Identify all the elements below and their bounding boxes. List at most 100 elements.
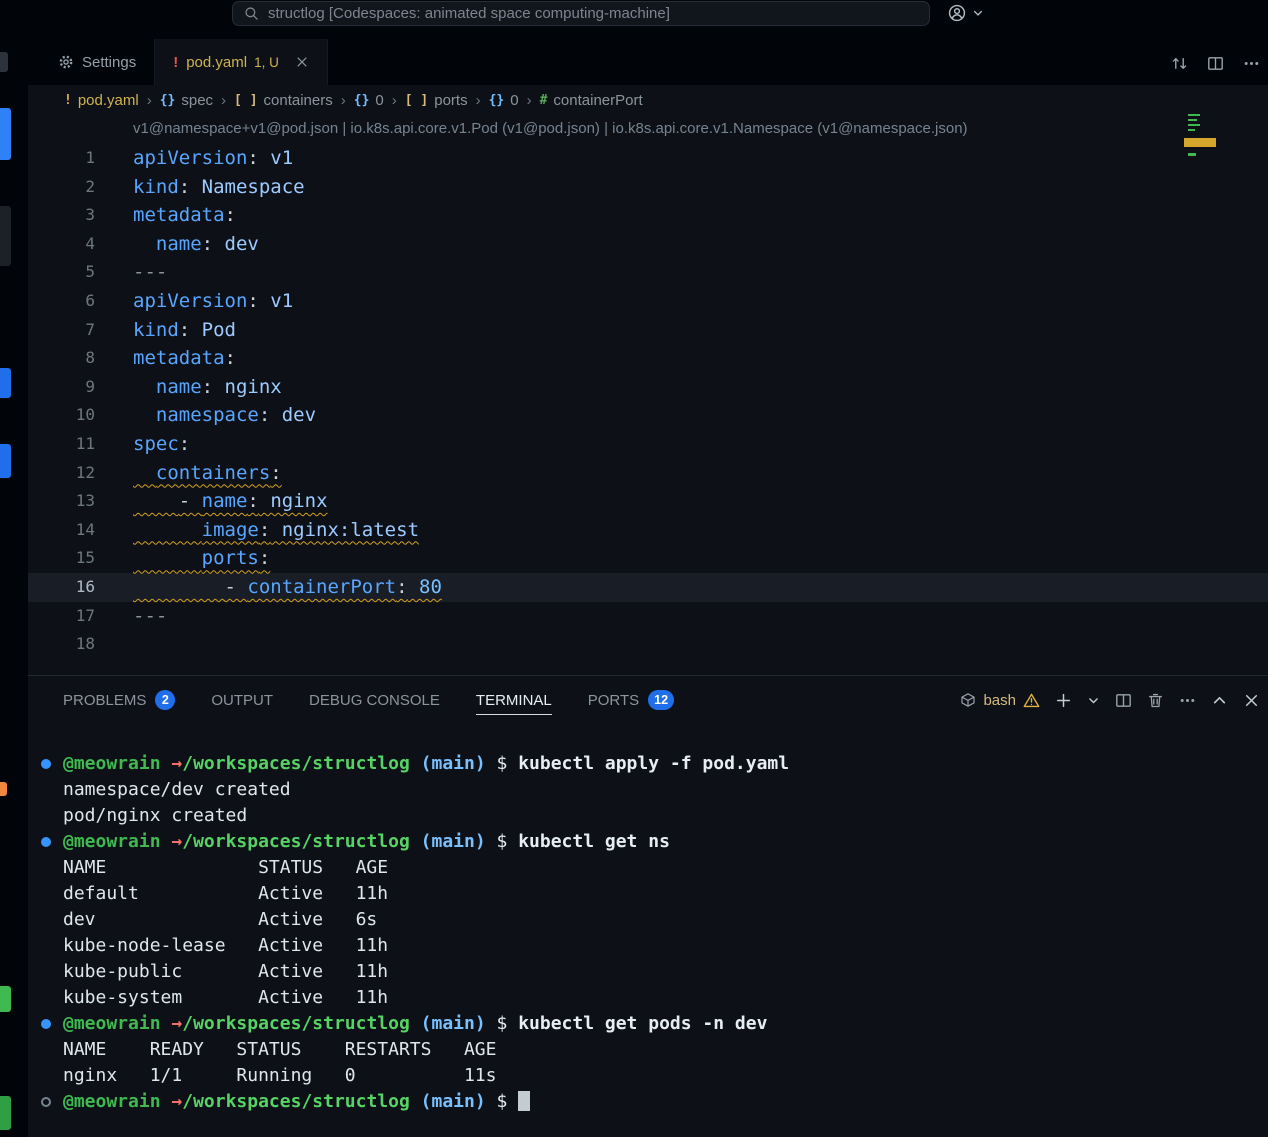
tab-decoration: 1, U — [254, 55, 279, 70]
breadcrumb-item-pod.yaml[interactable]: !pod.yaml — [64, 92, 139, 109]
code-line-10[interactable]: 10 namespace: dev — [28, 401, 1268, 430]
maximize-panel-chevron-up-icon[interactable] — [1211, 692, 1228, 709]
code-line-2[interactable]: 2kind: Namespace — [28, 173, 1268, 202]
editor[interactable]: !pod.yaml›{}spec›[ ]containers›{}0›[ ]po… — [28, 85, 1268, 675]
code-text: containers: — [95, 459, 282, 488]
code-token: : — [247, 490, 258, 512]
terminal-line: kube-public Active 11h — [63, 959, 1268, 985]
tab-settings[interactable]: Settings — [40, 39, 155, 85]
account-chevron-down-icon[interactable] — [972, 7, 984, 19]
close-panel-icon[interactable] — [1243, 692, 1260, 709]
code-lines[interactable]: 1apiVersion: v12kind: Namespace3metadata… — [28, 144, 1268, 659]
tab-label: Settings — [82, 54, 136, 71]
command-pending-dot — [41, 1097, 51, 1107]
code-line-4[interactable]: 4 name: dev — [28, 230, 1268, 259]
minimap[interactable] — [1184, 112, 1218, 166]
code-token: kind — [133, 319, 179, 341]
code-text: name: dev — [95, 230, 259, 259]
activity-bar-strip[interactable] — [0, 0, 28, 1137]
breadcrumb-item-ports[interactable]: [ ]ports — [405, 92, 468, 109]
code-line-14[interactable]: 14 image: nginx:latest — [28, 516, 1268, 545]
code-token: apiVersion — [133, 147, 247, 169]
code-line-5[interactable]: 5--- — [28, 258, 1268, 287]
code-token: : — [247, 147, 258, 169]
launch-profile-chevron-down-icon[interactable] — [1087, 694, 1100, 707]
terminal-line: NAME STATUS AGE — [63, 855, 1268, 881]
code-token: Namespace — [190, 176, 304, 198]
code-line-9[interactable]: 9 name: nginx — [28, 373, 1268, 402]
code-token: --- — [133, 261, 167, 283]
terminal-output: namespace/dev created — [63, 779, 291, 800]
more-actions-icon[interactable] — [1243, 55, 1260, 72]
new-terminal-icon[interactable] — [1055, 692, 1072, 709]
code-text: name: nginx — [95, 373, 282, 402]
panel-tab-debug-console[interactable]: DEBUG CONSOLE — [309, 676, 440, 724]
line-number: 11 — [28, 430, 95, 459]
panel-tab-ports[interactable]: PORTS12 — [588, 676, 674, 724]
breadcrumb-item-0[interactable]: {}0 — [354, 92, 384, 109]
panel-tab-label: DEBUG CONSOLE — [309, 692, 440, 709]
terminal-line: kube-system Active 11h — [63, 985, 1268, 1011]
code-token: 80 — [408, 576, 442, 598]
line-number: 12 — [28, 459, 95, 488]
terminal[interactable]: @meowrain →/workspaces/structlog (main) … — [28, 724, 1268, 1115]
close-icon[interactable] — [295, 55, 309, 69]
breadcrumb-item-containerPort[interactable]: #containerPort — [540, 92, 643, 109]
panel-more-actions-icon[interactable] — [1179, 692, 1196, 709]
breadcrumb: !pod.yaml›{}spec›[ ]containers›{}0›[ ]po… — [28, 85, 1268, 115]
code-token — [133, 376, 156, 398]
terminal-line: pod/nginx created — [63, 803, 1268, 829]
code-line-18[interactable]: 18 — [28, 630, 1268, 659]
code-text — [95, 630, 133, 659]
prompt-path: /workspaces/structlog — [182, 831, 410, 852]
prompt-dollar: $ — [486, 1013, 519, 1034]
code-line-3[interactable]: 3metadata: — [28, 201, 1268, 230]
code-text: - name: nginx — [95, 487, 328, 516]
code-line-8[interactable]: 8metadata: — [28, 344, 1268, 373]
code-token — [133, 576, 225, 598]
code-token: : — [270, 462, 281, 484]
panel-tab-label: TERMINAL — [476, 692, 552, 709]
breadcrumb-item-spec[interactable]: {}spec — [160, 92, 213, 109]
prompt-dollar: $ — [486, 831, 519, 852]
code-line-16[interactable]: 16 - containerPort: 80 — [28, 573, 1268, 602]
account-icon[interactable] — [948, 4, 966, 22]
breadcrumb-separator: › — [527, 92, 532, 109]
hash-icon: # — [540, 93, 548, 108]
code-line-13[interactable]: 13 - name: nginx — [28, 487, 1268, 516]
warning-icon — [1023, 692, 1040, 709]
code-line-7[interactable]: 7kind: Pod — [28, 316, 1268, 345]
code-token: : — [225, 204, 236, 226]
panel-tab-problems[interactable]: PROBLEMS2 — [63, 676, 175, 724]
terminal-profile[interactable]: bash — [960, 692, 1040, 709]
split-editor-icon[interactable] — [1207, 55, 1224, 72]
code-text: metadata: — [95, 201, 236, 230]
panel-tab-output[interactable]: OUTPUT — [211, 676, 273, 724]
code-line-15[interactable]: 15 ports: — [28, 544, 1268, 573]
code-line-6[interactable]: 6apiVersion: v1 — [28, 287, 1268, 316]
code-line-11[interactable]: 11spec: — [28, 430, 1268, 459]
command-center-search[interactable]: structlog [Codespaces: animated space co… — [232, 1, 930, 26]
code-line-17[interactable]: 17--- — [28, 602, 1268, 631]
line-number: 13 — [28, 487, 95, 516]
prompt-user: @meowrain — [63, 753, 161, 774]
object-braces-icon: {} — [354, 93, 370, 108]
breadcrumb-item-containers[interactable]: [ ]containers — [234, 92, 333, 109]
code-line-1[interactable]: 1apiVersion: v1 — [28, 144, 1268, 173]
code-line-12[interactable]: 12 containers: — [28, 459, 1268, 488]
split-terminal-icon[interactable] — [1115, 692, 1132, 709]
line-number: 7 — [28, 316, 95, 345]
open-changes-icon[interactable] — [1171, 55, 1188, 72]
terminal-line: nginx 1/1 Running 0 11s — [63, 1063, 1268, 1089]
prompt-arrow-icon: → — [161, 1091, 183, 1112]
panel-tab-terminal[interactable]: TERMINAL — [476, 676, 552, 724]
tab-pod-yaml[interactable]: ! pod.yaml 1, U — [155, 39, 328, 85]
code-token: : — [202, 376, 213, 398]
breadcrumb-item-0[interactable]: {}0 — [489, 92, 519, 109]
prompt-git-branch: (main) — [410, 1091, 486, 1112]
activity-bar-decoration — [0, 368, 11, 398]
terminal-line: NAME READY STATUS RESTARTS AGE — [63, 1037, 1268, 1063]
line-number: 3 — [28, 201, 95, 230]
code-token: namespace — [156, 404, 259, 426]
kill-terminal-trash-icon[interactable] — [1147, 692, 1164, 709]
